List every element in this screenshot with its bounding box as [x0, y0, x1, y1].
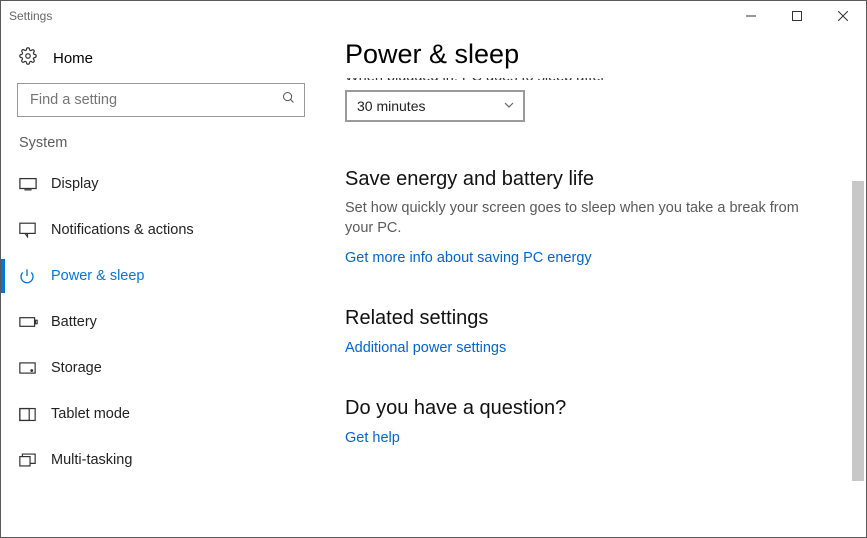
- home-label: Home: [53, 50, 93, 67]
- home-button[interactable]: Home: [1, 39, 321, 79]
- sleep-plugged-label: When plugged in, PC goes to sleep after: [345, 78, 842, 80]
- titlebar: Settings: [1, 1, 866, 31]
- get-help-link[interactable]: Get help: [345, 430, 400, 446]
- window-title: Settings: [9, 9, 52, 23]
- search-box[interactable]: [17, 83, 305, 117]
- sidebar-item-label: Notifications & actions: [51, 222, 194, 238]
- save-energy-body: Set how quickly your screen goes to slee…: [345, 199, 815, 238]
- vertical-scrollbar[interactable]: [850, 31, 866, 537]
- sidebar-group-label: System: [1, 135, 321, 161]
- sidebar-item-label: Battery: [51, 314, 97, 330]
- battery-icon: [19, 316, 41, 328]
- window-controls: [728, 1, 866, 31]
- sidebar-item-display[interactable]: Display: [1, 161, 321, 207]
- save-energy-heading: Save energy and battery life: [345, 168, 842, 191]
- sidebar-item-label: Display: [51, 176, 99, 192]
- sidebar-item-label: Storage: [51, 360, 102, 376]
- sidebar-item-label: Power & sleep: [51, 268, 145, 284]
- notifications-icon: [19, 222, 41, 238]
- storage-icon: [19, 361, 41, 375]
- minimize-button[interactable]: [728, 1, 774, 31]
- related-settings-heading: Related settings: [345, 307, 842, 330]
- maximize-button[interactable]: [774, 1, 820, 31]
- sidebar-item-storage[interactable]: Storage: [1, 345, 321, 391]
- sleep-plugged-dropdown[interactable]: 30 minutes: [345, 90, 525, 122]
- multitasking-icon: [19, 453, 41, 467]
- additional-power-settings-link[interactable]: Additional power settings: [345, 340, 506, 356]
- chevron-down-icon: [503, 98, 515, 114]
- search-input[interactable]: [28, 91, 281, 109]
- dropdown-value: 30 minutes: [357, 98, 425, 114]
- sidebar-item-tablet-mode[interactable]: Tablet mode: [1, 391, 321, 437]
- content-pane: Power & sleep When plugged in, PC goes t…: [321, 31, 866, 537]
- save-energy-link[interactable]: Get more info about saving PC energy: [345, 250, 592, 266]
- sidebar-item-notifications[interactable]: Notifications & actions: [1, 207, 321, 253]
- sidebar-item-multitasking[interactable]: Multi-tasking: [1, 437, 321, 483]
- scrollbar-thumb[interactable]: [852, 181, 864, 481]
- power-icon: [19, 268, 41, 284]
- tablet-mode-icon: [19, 407, 41, 422]
- sidebar-item-battery[interactable]: Battery: [1, 299, 321, 345]
- sidebar-item-label: Multi-tasking: [51, 452, 132, 468]
- settings-window: Settings Home: [0, 0, 867, 538]
- close-button[interactable]: [820, 1, 866, 31]
- question-heading: Do you have a question?: [345, 397, 842, 420]
- sidebar: Home System Display: [1, 31, 321, 537]
- sidebar-nav: Display Notifications & actions Power & …: [1, 161, 321, 483]
- page-title: Power & sleep: [345, 39, 842, 70]
- sidebar-item-power-sleep[interactable]: Power & sleep: [1, 253, 321, 299]
- gear-icon: [19, 47, 37, 69]
- scroll-area[interactable]: When plugged in, PC goes to sleep after …: [345, 78, 842, 525]
- display-icon: [19, 177, 41, 191]
- sidebar-item-label: Tablet mode: [51, 406, 130, 422]
- search-icon: [281, 90, 296, 110]
